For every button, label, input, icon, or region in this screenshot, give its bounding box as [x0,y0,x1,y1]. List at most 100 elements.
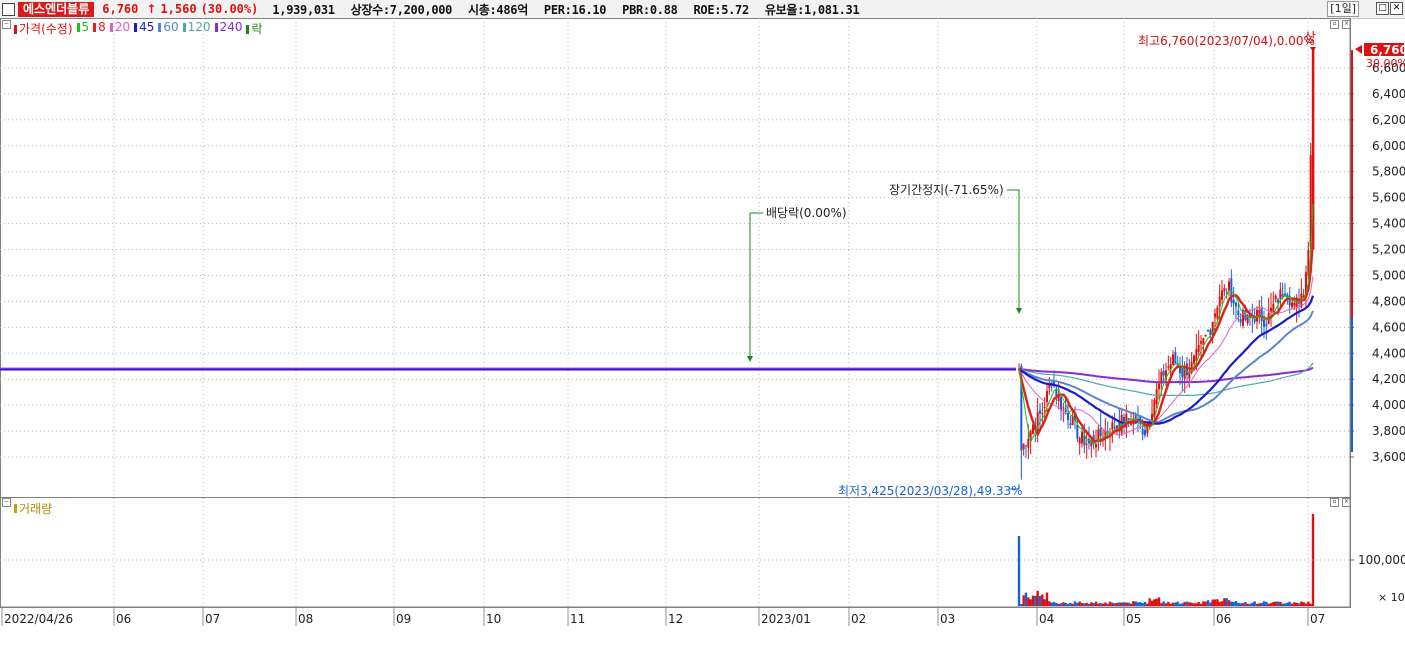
candle-body [1239,318,1242,323]
candle-body [1235,302,1237,307]
current-price-pointer-icon [1355,45,1362,54]
volume-bar [1202,601,1205,606]
price-tick-label: 5,600 [1372,191,1405,205]
volume-bar [1078,601,1081,606]
volume-bar [1052,601,1056,606]
volume-bar [1262,601,1266,606]
price-tick-label: 3,600 [1372,450,1405,464]
candle-body [1064,408,1067,412]
volume-bar [1020,603,1023,606]
volume-bar [1122,602,1126,606]
date-label: 06 [1216,612,1231,626]
volume-bar [1132,601,1135,606]
volume-bar [1304,603,1308,606]
volume-bar [1155,598,1158,606]
volume-bar [1309,603,1312,606]
candle-body [1162,370,1165,376]
volume-bar [1297,603,1301,606]
candle-body [1281,293,1284,297]
volume-bar [1220,601,1224,606]
candle-body [1081,432,1083,444]
candle-body [1197,345,1200,352]
volume-bar [1295,602,1298,606]
volume-bar [1162,601,1165,606]
date-label: 07 [1310,612,1325,626]
candle-body [1214,313,1216,318]
candle-body [1260,306,1263,322]
volume-bar [1027,597,1030,606]
volume-bar [1178,603,1182,606]
volume-bar [1045,592,1049,606]
volume-bar [1050,602,1053,606]
date-label: 2023/01 [761,612,811,626]
candle-body [1265,324,1268,327]
volume-bar [1213,599,1217,606]
volume-bar [1069,602,1072,606]
volume-bar [1106,603,1109,606]
volume-bar [1125,602,1128,606]
candle-body [1111,422,1114,430]
volume-bar [1246,603,1249,606]
volume-bar [1157,597,1161,606]
candle-body [1078,438,1081,444]
candle-body [1174,352,1177,364]
volume-bar [1080,602,1084,606]
candle-body [1067,412,1069,420]
volume-bar [1225,598,1228,606]
volume-bar [1141,603,1144,606]
volume-bar [1043,599,1046,606]
volume-bar [1195,603,1198,606]
volume-bar [1300,601,1303,606]
volume-bar [1164,603,1168,606]
volume-bar [1176,601,1179,606]
candle-body [1274,295,1277,300]
volume-bar [1064,602,1067,606]
volume-unit-label: × 10 [1378,591,1405,604]
candle-body [1223,287,1226,292]
volume-bar [1160,603,1163,606]
candle-body [1127,418,1130,420]
volume-bar [1251,602,1254,606]
volume-bar [1153,599,1156,606]
volume-bar [1118,602,1121,606]
price-tick-label: 3,800 [1372,424,1405,438]
candle-body [1095,443,1097,448]
volume-bar [1302,602,1305,606]
volume-bar [1167,601,1170,606]
candle-body [1195,349,1198,361]
volume-bar [1017,536,1021,606]
volume-bar [1022,595,1025,606]
candle-body [1216,307,1219,319]
candle-body [1291,302,1293,308]
price-tick-label: 5,000 [1372,268,1405,282]
volume-bar [1143,601,1147,606]
candle-body [1293,302,1296,306]
volume-bar [1181,603,1184,606]
candle-body [1204,334,1207,337]
volume-bar [1211,599,1214,606]
volume-bar [1087,603,1091,606]
volume-bar [1283,603,1287,606]
upper-limit-mark: 상 [1304,31,1316,46]
volume-bar [1120,602,1123,606]
volume-bar [1223,598,1226,606]
high-annotation: 최고6,760(2023/07/04),0.00% [1138,34,1315,48]
candle-body [1258,309,1261,314]
candle-body [1022,444,1025,450]
price-tick-label: 6,000 [1372,139,1405,153]
date-label: 09 [396,612,411,626]
volume-bar [1286,602,1289,606]
candle-body [1193,355,1195,364]
price-tick-label: 5,200 [1372,243,1405,257]
stock-chart[interactable]: 6,6006,4006,2006,0005,8005,6005,4005,200… [0,0,1405,648]
volume-bar [1171,602,1175,606]
price-tick-label: 6,200 [1372,113,1405,127]
candle-body [1279,289,1282,300]
dividend-arrow-icon [747,356,753,362]
date-label: 07 [205,612,220,626]
volume-bar [1234,601,1238,606]
candle-body [1060,397,1062,411]
price-tick-label: 6,400 [1372,87,1405,101]
volume-bar [1094,601,1098,606]
volume-bar [1059,603,1063,606]
